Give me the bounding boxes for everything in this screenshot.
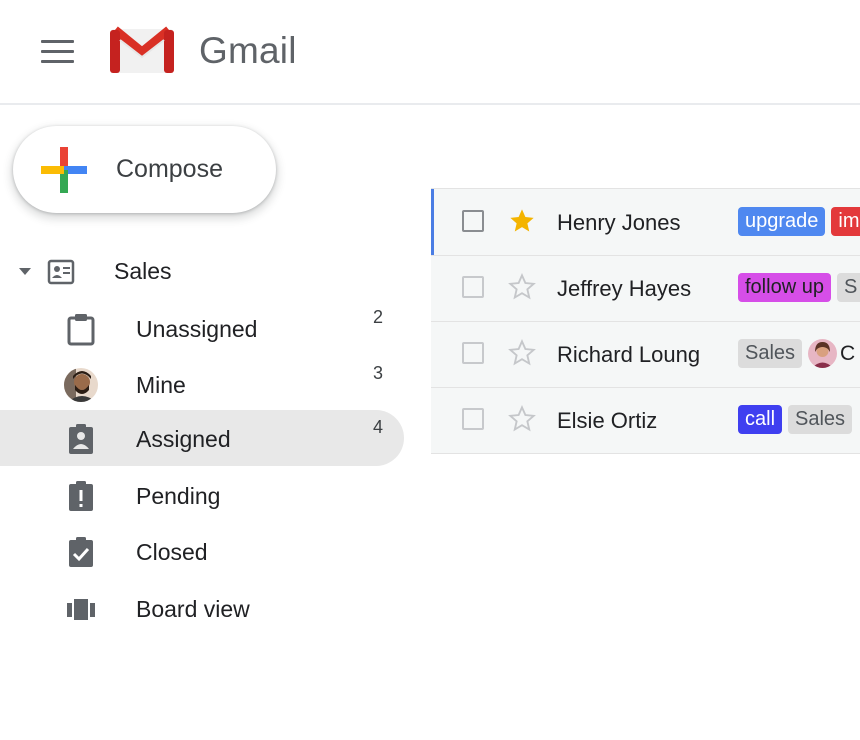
star-outline-icon[interactable] [508,339,536,367]
hamburger-icon-bar [41,50,74,53]
compose-label: Compose [116,155,223,183]
plus-icon [41,147,87,193]
check-clipboard-icon [69,537,93,567]
sender-name: Elsie Ortiz [557,408,658,433]
star-outline-icon[interactable] [508,273,536,301]
label-chips: follow up S [738,273,860,302]
sidebar-item-closed[interactable]: Closed [0,523,404,579]
assignee-avatar [808,339,838,368]
mail-row[interactable]: Richard Loung Sales C [431,321,860,388]
assigned-clipboard-icon [69,424,93,454]
pending-clipboard-icon [69,481,93,511]
label-chip-important[interactable]: im [831,207,860,236]
user-avatar [64,368,98,402]
board-view-icon [67,599,95,620]
row-checkbox[interactable] [462,210,484,232]
sidebar-item-pending[interactable]: Pending [0,467,404,523]
sidebar-item-label: Pending [136,483,221,509]
hamburger-icon [41,40,74,43]
contact-card-icon [47,259,75,285]
compose-button[interactable]: Compose [13,126,276,213]
mail-list: Henry Jones upgrade im Jeffrey Hayes fol… [431,188,860,454]
row-checkbox[interactable] [462,342,484,364]
star-outline-icon[interactable] [508,405,536,433]
sidebar-item-unassigned[interactable]: Unassigned 2 [0,300,404,356]
mail-row[interactable]: Elsie Ortiz call Sales [431,387,860,454]
sidebar-item-assigned[interactable]: Assigned 4 [0,410,404,466]
sidebar-item-label: Unassigned [136,316,258,342]
label-chip-follow-up[interactable]: follow up [738,273,831,302]
label-chips: upgrade im [738,207,860,236]
main-menu-button[interactable] [38,36,78,66]
sidebar-group-sales[interactable]: Sales [0,250,400,294]
row-checkbox[interactable] [462,276,484,298]
label-chips: Sales C [738,339,855,368]
sidebar-item-board-view[interactable]: Board view [0,580,404,636]
gmail-logo-icon[interactable] [108,26,176,76]
sidebar-item-label: Assigned [136,426,231,452]
sender-name: Richard Loung [557,342,701,367]
app-header: Gmail [0,0,860,105]
sidebar-item-label: Mine [136,372,186,398]
sidebar-item-label: Closed [136,539,208,565]
label-chip-sales[interactable]: Sales [738,339,803,368]
label-chip-upgrade[interactable]: upgrade [738,207,826,236]
mail-row[interactable]: Henry Jones upgrade im [431,189,860,256]
label-chip-sales[interactable]: Sales [788,405,853,434]
row-checkbox[interactable] [462,408,484,430]
assignee-name: C [840,342,856,365]
star-filled-icon[interactable] [508,207,536,235]
mail-row[interactable]: Jeffrey Hayes follow up S [431,255,860,322]
hamburger-icon-bar [41,60,74,63]
label-chip-sales[interactable]: S [836,273,860,302]
clipboard-icon [67,314,95,346]
sender-name: Jeffrey Hayes [557,276,692,301]
sidebar-item-count: 2 [373,307,384,327]
label-chips: call Sales [738,405,853,434]
caret-down-icon[interactable] [19,268,31,275]
sidebar-item-label: Board view [136,596,250,622]
sender-name: Henry Jones [557,210,681,235]
app-brand-name: Gmail [199,30,297,71]
sidebar-item-count: 3 [373,363,384,383]
sidebar-group-label: Sales [114,258,172,284]
sidebar-item-count: 4 [373,417,384,437]
sidebar-item-mine[interactable]: Mine 3 [0,356,404,412]
label-chip-call[interactable]: call [738,405,783,434]
